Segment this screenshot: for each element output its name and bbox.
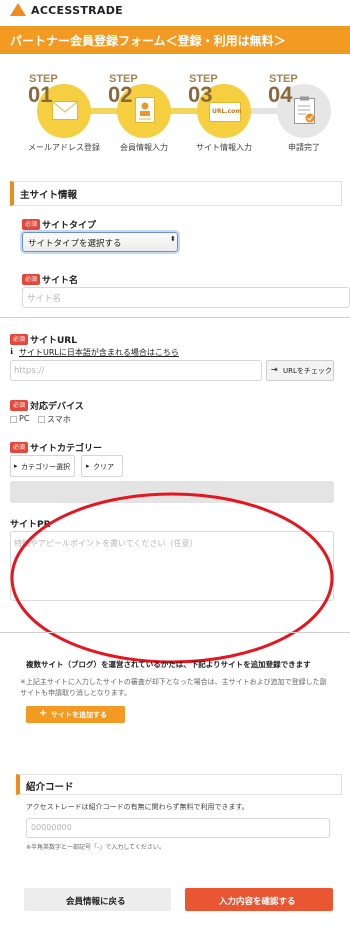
chevron-right-icon: ▸ [14,462,18,470]
required-badge: 必須 [22,219,41,230]
url-check-button-label: URLをチェック [283,367,332,375]
external-link-icon: ⇥ [271,365,278,374]
site-name-label: サイト名 [42,276,79,286]
multi-site-note: ✳上記主サイトに入力したサイトの審査が却下となった場合は、主サイトおよび追加で登… [20,677,330,699]
accesstrade-logo-icon [10,3,26,16]
form-title: パートナー会員登録フォーム＜登録・利用は無料＞ [10,34,286,48]
devices-label: 対応デバイス [30,402,84,412]
device-smartphone-checkbox[interactable] [38,416,45,423]
japanese-url-help-link[interactable]: サイトURLに日本語が含まれる場合はこちら [19,347,179,358]
main-site-section-title: 主サイト情報 [20,190,78,201]
category-label: サイトカテゴリー [30,444,103,454]
required-badge: 必須 [10,334,29,345]
step-4-caption: 申請完了 [288,143,320,152]
envelope-icon [52,101,78,120]
site-type-selected-value: サイトタイプを選択する [28,239,122,249]
referral-input-note: ※半角英数字と一部記号「-」で入力してください。 [26,844,165,851]
referral-section-title: 紹介コード [26,782,74,793]
multi-site-note-text: 上記主サイトに入力したサイトの審査が却下となった場合は、主サイトおよび追加で登録… [20,678,327,697]
red-annotation-ellipse [10,492,334,664]
clipboard-check-icon [294,96,315,124]
referral-description: アクセストレードは紹介コードの有無に関わらず無料で利用できます。 [26,803,249,811]
required-badge: 必須 [10,442,29,453]
screenshot-divider [0,317,350,318]
category-clear-label: クリア [93,463,114,471]
referral-code-placeholder: 00000000 [31,823,72,832]
confirm-button-label: 入力内容を確認する [219,897,296,907]
back-button-label: 会員情報に戻る [66,897,126,907]
device-smartphone-label: スマホ [47,415,71,424]
required-badge: 必須 [22,274,41,285]
site-name-input[interactable] [22,287,350,308]
category-select-label: カテゴリー選択 [21,463,70,471]
site-type-label: サイトタイプ [42,221,97,231]
step-2-caption: 会員情報入力 [120,143,168,152]
step-1-number: 01 [28,82,53,107]
required-badge: 必須 [10,400,29,411]
step-2-number: 02 [108,82,133,107]
screenshot-divider [0,632,350,633]
profile-form-icon [135,97,155,123]
step-1-caption: メールアドレス登録 [28,143,100,152]
site-url-input[interactable] [10,360,262,381]
add-site-button-label: サイトを追加する [51,711,107,719]
step-3-caption: サイト情報入力 [196,143,252,152]
site-url-label: サイトURL [30,336,77,346]
info-icon: ℹ [10,347,14,356]
plus-icon: + [39,708,48,719]
step-4-number: 04 [268,82,293,107]
device-pc-label: PC [19,414,30,423]
logo-text: ACCESSTRADE [31,4,123,17]
device-pc-checkbox[interactable] [10,416,17,423]
site-name-placeholder: サイト名 [27,294,62,304]
site-url-placeholder: https:// [14,366,45,376]
chevron-right-icon: ▸ [86,462,90,470]
select-arrows-icon: ⬍ [170,235,176,243]
url-screen-icon-text: URL.com [212,108,242,115]
multi-site-heading: 複数サイト（ブログ）を運営されているかたは、下記よりサイトを追加登録できます [26,660,311,669]
